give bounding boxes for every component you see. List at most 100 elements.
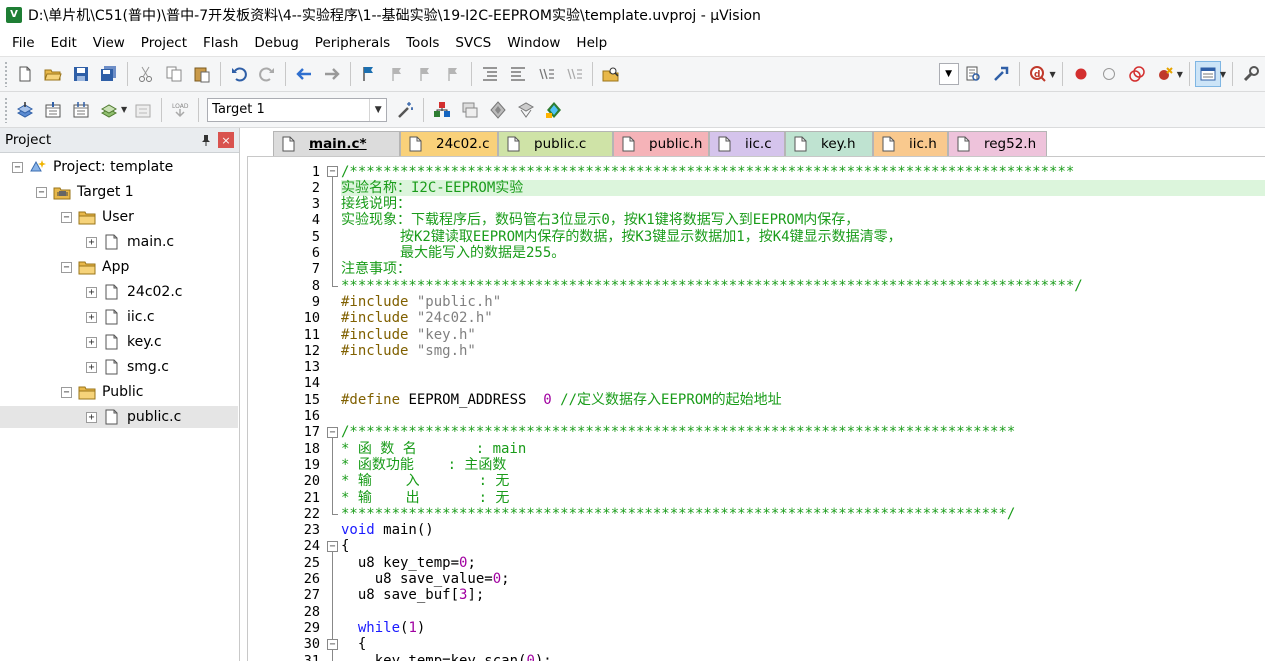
insert-bookmark-button[interactable]	[356, 61, 382, 87]
code-line[interactable]: u8 save_buf[3];	[341, 587, 1265, 603]
code-line[interactable]: /***************************************…	[341, 424, 1265, 440]
expand-icon[interactable]: +	[86, 236, 97, 248]
dropdown-arrow-icon[interactable]: ▼	[121, 105, 127, 114]
file-extensions-button[interactable]	[457, 97, 483, 123]
menu-file[interactable]: File	[4, 32, 43, 54]
expand-icon[interactable]: +	[86, 336, 97, 348]
collapse-icon[interactable]: −	[61, 261, 72, 273]
manage-packs-button[interactable]	[513, 97, 539, 123]
code-line[interactable]: 实验现象：下载程序后，数码管右3位显示0，按K1键将数据写入到EEPROM内保存…	[341, 212, 1265, 228]
code-line[interactable]: {	[341, 636, 1265, 652]
manage-project-items-button[interactable]	[429, 97, 455, 123]
start-debug-button[interactable]: d	[1025, 61, 1051, 87]
disable-breakpoints-button[interactable]	[1124, 61, 1150, 87]
download-button[interactable]: LOAD	[167, 97, 193, 123]
find-in-files-button[interactable]	[598, 61, 624, 87]
code-line[interactable]: * 输 出 : 无	[341, 490, 1265, 506]
menu-peripherals[interactable]: Peripherals	[307, 32, 398, 54]
code-line[interactable]: 最大能写入的数据是255。	[341, 245, 1265, 261]
code-line[interactable]: #define EEPROM_ADDRESS 0 //定义数据存入EEPROM的…	[341, 392, 1265, 408]
tree-item-public-c[interactable]: + public.c	[0, 406, 238, 428]
tree-item-public[interactable]: − Public	[61, 381, 143, 403]
undo-button[interactable]	[226, 61, 252, 87]
fold-collapse-icon[interactable]: −	[327, 166, 338, 177]
menu-window[interactable]: Window	[499, 32, 568, 54]
save-all-button[interactable]	[96, 61, 122, 87]
incremental-find-button[interactable]	[960, 61, 986, 87]
translate-button[interactable]	[12, 97, 38, 123]
code-line[interactable]: * 函数功能 : 主函数	[341, 457, 1265, 473]
save-button[interactable]	[68, 61, 94, 87]
uncomment-button[interactable]	[561, 61, 587, 87]
close-icon[interactable]: ×	[218, 132, 234, 148]
find-combo-arrow[interactable]: ▼	[938, 63, 959, 85]
tab-public-h[interactable]: public.h	[613, 131, 709, 156]
chevron-down-icon[interactable]: ▼	[369, 98, 386, 121]
code-line[interactable]: #include "24c02.h"	[341, 310, 1265, 326]
clear-bookmarks-button[interactable]	[440, 61, 466, 87]
paste-button[interactable]	[189, 61, 215, 87]
target-options-button[interactable]	[392, 97, 418, 123]
tab-main-c[interactable]: main.c*	[273, 131, 400, 156]
collapse-icon[interactable]: −	[12, 161, 23, 173]
code-line[interactable]	[341, 604, 1265, 620]
code-line[interactable]: * 函 数 名 : main	[341, 441, 1265, 457]
redo-button[interactable]	[254, 61, 280, 87]
previous-bookmark-button[interactable]	[384, 61, 410, 87]
tree-item-iic-c[interactable]: + iic.c	[86, 306, 155, 328]
code-line[interactable]	[341, 408, 1265, 424]
enable-breakpoint-button[interactable]	[1096, 61, 1122, 87]
code-text-area[interactable]: /***************************************…	[341, 157, 1265, 661]
menu-svcs[interactable]: SVCS	[447, 32, 499, 54]
code-line[interactable]: * 输 入 : 无	[341, 473, 1265, 489]
copy-button[interactable]	[161, 61, 187, 87]
code-line[interactable]: void main()	[341, 522, 1265, 538]
code-line[interactable]: 实验名称：I2C-EEPROM实验	[341, 179, 1265, 197]
expand-icon[interactable]: +	[86, 286, 97, 298]
code-line[interactable]: while(1)	[341, 620, 1265, 636]
tab-iic-c[interactable]: iic.c	[709, 131, 785, 156]
cut-button[interactable]	[133, 61, 159, 87]
code-line[interactable]: /***************************************…	[341, 164, 1265, 180]
expand-icon[interactable]: +	[86, 411, 97, 423]
toolbar-grip[interactable]	[4, 61, 8, 87]
dropdown-arrow-icon[interactable]: ▼	[1177, 70, 1183, 79]
tab-iic-h[interactable]: iic.h	[873, 131, 948, 156]
menu-help[interactable]: Help	[568, 32, 615, 54]
code-line[interactable]: ****************************************…	[341, 278, 1265, 294]
build-button[interactable]	[40, 97, 66, 123]
stop-build-button[interactable]	[130, 97, 156, 123]
new-file-button[interactable]	[12, 61, 38, 87]
fold-collapse-icon[interactable]: −	[327, 426, 338, 438]
menu-debug[interactable]: Debug	[246, 32, 306, 54]
dropdown-arrow-icon[interactable]: ▼	[1050, 70, 1056, 79]
tree-item-24c02-c[interactable]: +24c02.c	[86, 281, 182, 303]
tree-item-smg-c[interactable]: + smg.c	[86, 356, 169, 378]
menu-tools[interactable]: Tools	[398, 32, 447, 54]
dropdown-arrow-icon[interactable]: ▼	[1220, 70, 1226, 79]
tab-key-h[interactable]: key.h	[785, 131, 873, 156]
code-line[interactable]: 接线说明：	[341, 196, 1265, 212]
expand-icon[interactable]: +	[86, 311, 97, 323]
menu-view[interactable]: View	[85, 32, 133, 54]
window-layout-button[interactable]	[1194, 61, 1221, 87]
target-select[interactable]: Target 1 ▼	[207, 97, 388, 122]
code-line[interactable]: 注意事项：	[341, 261, 1265, 277]
collapse-icon[interactable]: −	[36, 186, 47, 198]
rebuild-button[interactable]	[68, 97, 94, 123]
code-line[interactable]: #include "key.h"	[341, 327, 1265, 343]
code-line[interactable]: u8 key_temp=0;	[341, 555, 1265, 571]
tab-24c02-c[interactable]: 24c02.c	[400, 131, 498, 156]
menu-flash[interactable]: Flash	[195, 32, 246, 54]
code-line[interactable]: u8 save_value=0;	[341, 571, 1265, 587]
fold-collapse-icon[interactable]: −	[327, 540, 338, 552]
tools-button[interactable]	[1238, 61, 1264, 87]
pin-icon[interactable]	[198, 132, 214, 148]
code-line[interactable]: key_temp=key_scan(0);	[341, 653, 1265, 661]
menu-edit[interactable]: Edit	[43, 32, 85, 54]
code-line[interactable]: ****************************************…	[341, 506, 1265, 522]
navigate-forward-button[interactable]	[319, 61, 345, 87]
code-editor[interactable]: 1 2 3 4 5 6 7 8 9 10 11 12 13 14 15 16 17 18 19 20 21 22 23 24 2…	[247, 156, 1265, 661]
code-line[interactable]: {	[341, 538, 1265, 554]
indent-button[interactable]	[477, 61, 503, 87]
